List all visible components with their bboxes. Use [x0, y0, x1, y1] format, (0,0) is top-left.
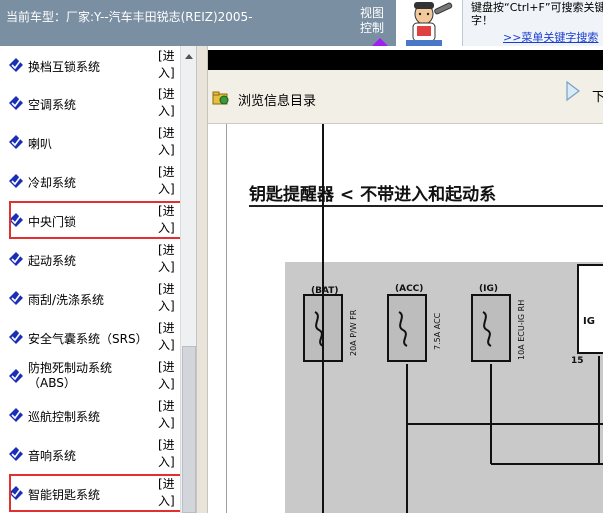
content-toolbar: 浏览信息目录 下	[208, 70, 603, 124]
sidebar-item[interactable]: 防抱死制动系统（ABS） [进 入]	[0, 357, 180, 395]
selection-highlight-box	[9, 201, 183, 239]
mechanic-mascot-icon	[396, 0, 462, 46]
view-control-marker-icon	[372, 38, 388, 46]
blue-diamond-check-icon	[9, 174, 23, 188]
sidebar-item[interactable]: 音响系统 [进 入]	[0, 435, 180, 473]
enter-link[interactable]: [进 入]	[158, 242, 180, 276]
next-page-button[interactable]: 下	[592, 86, 603, 105]
system-list-sidebar: 换档互锁系统 [进 入] 空调系统 [进 入] 喇叭 [进 入] 冷却系统 [进 入] 中央门锁…	[0, 46, 196, 513]
wiring-diagram: 钥匙提醒器 < 不带进入和起动系 (BAT) (ACC) (IG) 20A P/…	[226, 124, 603, 513]
sidebar-scrollbar[interactable]	[180, 46, 196, 513]
enter-link[interactable]: [进 入]	[158, 281, 180, 315]
current-car-label: 当前车型：厂家:Y--汽车丰田锐志(REIZ)2005-	[6, 10, 253, 24]
enter-link[interactable]: [进 入]	[158, 320, 180, 354]
enter-link[interactable]: [进 入]	[158, 86, 180, 120]
enter-link[interactable]: [进 入]	[158, 48, 180, 82]
blue-diamond-check-icon	[9, 252, 23, 266]
sidebar-item-label: 安全气囊系统（SRS）	[28, 332, 148, 346]
blue-diamond-check-icon	[9, 369, 23, 383]
sidebar-item-label: 换档互锁系统	[28, 60, 101, 74]
sidebar-item[interactable]: 空调系统 [进 入]	[0, 84, 180, 122]
enter-link[interactable]: [进 入]	[158, 125, 180, 159]
blue-diamond-check-icon	[9, 447, 23, 461]
enter-link[interactable]: [进 入]	[158, 398, 180, 432]
sidebar-item-label: 防抱死制动系统（ABS）	[28, 361, 113, 390]
scrollbar-thumb[interactable]	[182, 346, 196, 513]
content-header-bar	[208, 50, 603, 70]
sidebar-item[interactable]: 起动系统 [进 入]	[0, 240, 180, 278]
sidebar-item-label: 雨刮/洗涤系统	[28, 293, 105, 307]
pane-splitter[interactable]	[196, 46, 208, 513]
scroll-up-icon[interactable]	[183, 48, 195, 60]
arrow-right-icon[interactable]	[564, 80, 582, 102]
blue-diamond-check-icon	[9, 291, 23, 305]
sidebar-item[interactable]: 冷却系统 [进 入]	[0, 162, 180, 200]
folder-globe-icon[interactable]	[212, 90, 230, 106]
hint-panel: 键盘按“Ctrl+F”可搜索关键字！ >>菜单关键字搜索	[462, 0, 603, 46]
selection-highlight-box	[9, 474, 183, 512]
sidebar-item[interactable]: 雨刮/洗涤系统 [进 入]	[0, 279, 180, 317]
sidebar-item-label: 巡航控制系统	[28, 410, 101, 424]
sidebar-item[interactable]: 安全气囊系统（SRS） [进 入]	[0, 318, 180, 356]
view-control-label: 视图 控制	[360, 6, 385, 35]
search-hint-text: 键盘按“Ctrl+F”可搜索关键字！	[471, 1, 603, 27]
sidebar-item[interactable]: 喇叭 [进 入]	[0, 123, 180, 161]
content-pane: 浏览信息目录 下 钥匙提醒器 < 不带进入和起动系 (BAT) (ACC) (I…	[208, 46, 603, 513]
sidebar-item-label: 起动系统	[28, 254, 77, 268]
blue-diamond-check-icon	[9, 330, 23, 344]
browse-directory-button[interactable]: 浏览信息目录	[238, 90, 316, 109]
blue-diamond-check-icon	[9, 408, 23, 422]
sidebar-item-label: 冷却系统	[28, 176, 77, 190]
top-bar: 当前车型：厂家:Y--汽车丰田锐志(REIZ)2005- 视图 控制 键盘按“C…	[0, 0, 603, 46]
enter-link[interactable]: [进 入]	[158, 359, 180, 393]
sidebar-item-label: 喇叭	[28, 137, 53, 151]
enter-link[interactable]: [进 入]	[158, 437, 180, 471]
sidebar-item-label: 音响系统	[28, 449, 77, 463]
sidebar-item[interactable]: 换档互锁系统 [进 入]	[0, 46, 180, 84]
blue-diamond-check-icon	[9, 135, 23, 149]
menu-keyword-search-link[interactable]: >>菜单关键字搜索	[503, 29, 598, 45]
view-control-button[interactable]: 视图 控制	[360, 6, 392, 36]
sidebar-item[interactable]: 巡航控制系统 [进 入]	[0, 396, 180, 434]
blue-diamond-check-icon	[9, 96, 23, 110]
blue-diamond-check-icon	[9, 58, 23, 72]
sidebar-item-label: 空调系统	[28, 98, 77, 112]
enter-link[interactable]: [进 入]	[158, 164, 180, 198]
wiring-lines	[314, 124, 603, 513]
